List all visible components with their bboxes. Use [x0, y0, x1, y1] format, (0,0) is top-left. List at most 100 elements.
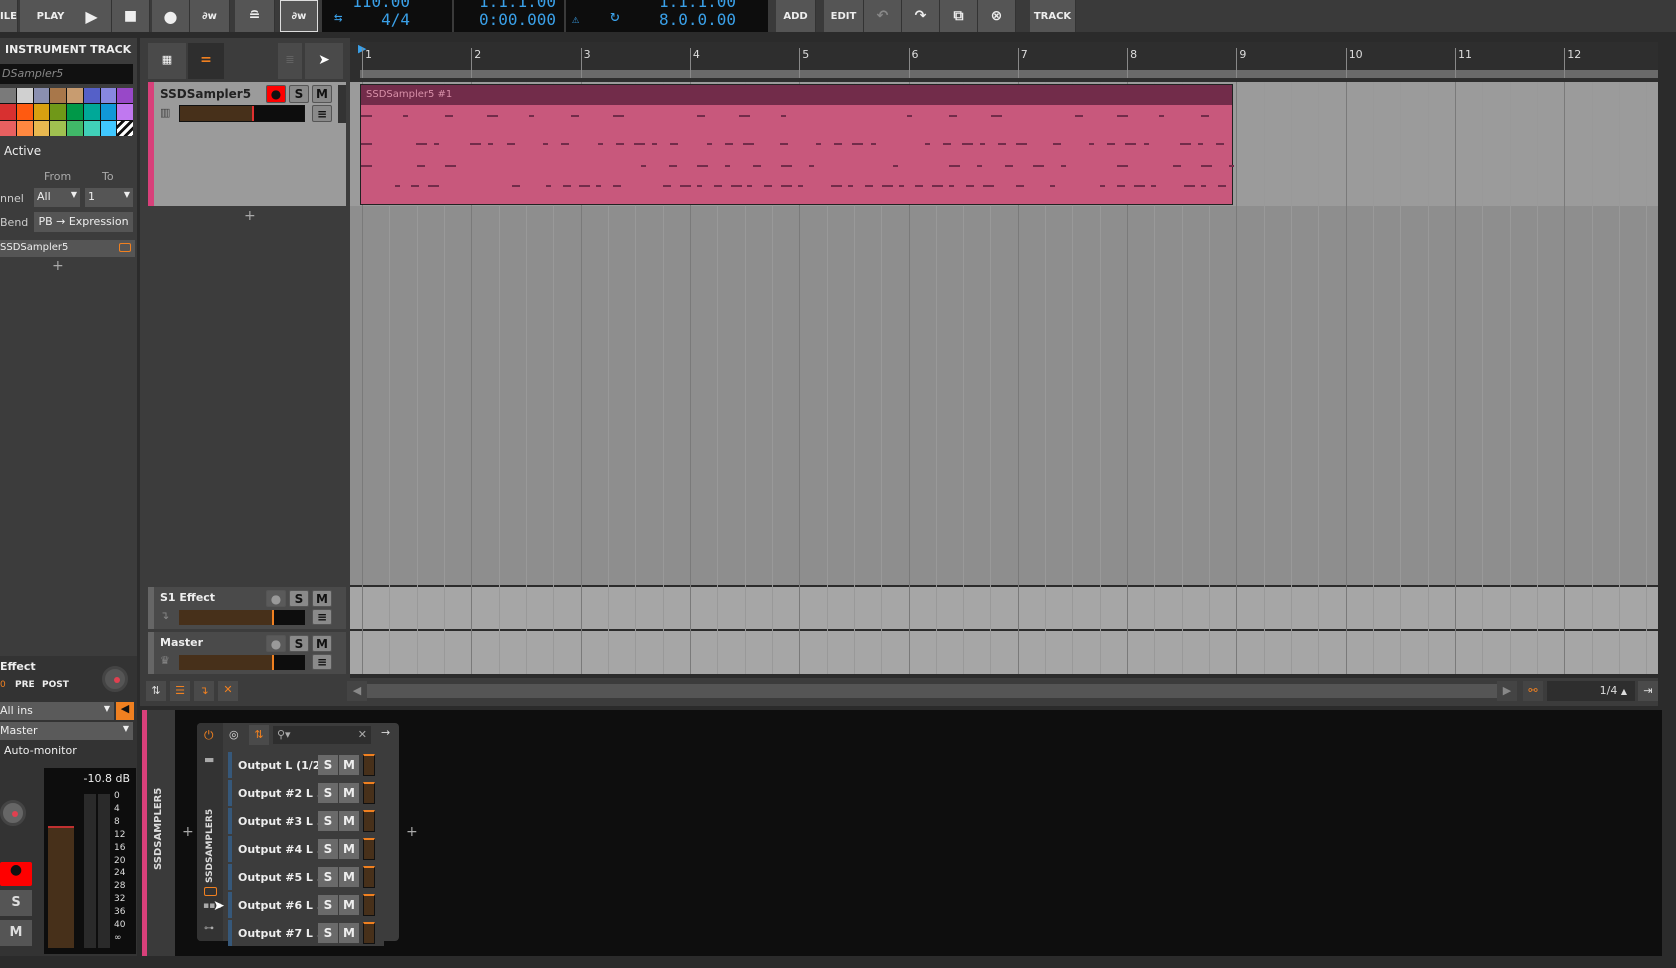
midi-note[interactable]	[1075, 115, 1083, 117]
midi-note[interactable]	[613, 185, 621, 187]
midi-note[interactable]	[1117, 165, 1128, 167]
mute-button[interactable]: M	[339, 755, 359, 775]
stop-button[interactable]: ■	[112, 0, 150, 32]
volume-slider[interactable]	[179, 655, 305, 670]
snap-link-icon[interactable]: ⚯	[1523, 681, 1543, 701]
track-name[interactable]: S1 Effect	[160, 591, 215, 604]
color-swatch[interactable]	[100, 88, 117, 104]
midi-note[interactable]	[979, 143, 985, 145]
edit-button[interactable]: EDIT	[824, 0, 864, 32]
time-signature[interactable]: 4/4	[381, 10, 410, 29]
midi-note[interactable]	[579, 185, 591, 187]
midi-note[interactable]	[529, 115, 534, 117]
midi-note[interactable]	[725, 165, 730, 167]
color-swatch[interactable]	[16, 88, 33, 104]
midi-note[interactable]	[445, 115, 453, 117]
output-channel-row[interactable]: Output #6 L ... S M	[228, 892, 384, 918]
midi-note[interactable]	[652, 143, 658, 145]
midi-note[interactable]	[415, 143, 427, 145]
record-arm-button[interactable]: ●	[266, 635, 286, 652]
track-lane-master[interactable]	[350, 631, 1658, 674]
midi-note[interactable]	[506, 143, 515, 145]
device-chain-item[interactable]: SSDSampler5	[0, 240, 135, 257]
mute-button[interactable]: M	[339, 839, 359, 859]
color-swatch[interactable]	[67, 120, 83, 136]
volume-slider[interactable]	[179, 610, 305, 625]
midi-note[interactable]	[1198, 143, 1204, 145]
modulator-icon[interactable]: ⊶	[204, 923, 214, 934]
color-swatch[interactable]	[100, 120, 117, 136]
output-channel-row[interactable]: Output #4 L ... S M	[228, 836, 384, 862]
close-x-icon[interactable]: ✕	[218, 681, 238, 701]
output-channel-row[interactable]: Output #2 L ... S M	[228, 780, 384, 806]
color-swatch[interactable]	[50, 104, 66, 120]
midi-note[interactable]	[512, 185, 521, 187]
midi-note[interactable]	[1061, 165, 1066, 167]
midi-note[interactable]	[596, 185, 602, 187]
mute-button[interactable]: M	[312, 635, 332, 652]
mute-button[interactable]: M	[339, 811, 359, 831]
midi-note[interactable]	[361, 165, 372, 167]
redo-icon[interactable]: ↷	[902, 0, 940, 32]
replace-icon[interactable]: ◎	[229, 728, 239, 741]
color-swatch[interactable]	[117, 104, 133, 120]
midi-note[interactable]	[949, 185, 954, 187]
color-swatch[interactable]	[0, 120, 16, 136]
device-window-icon[interactable]	[204, 887, 217, 896]
mute-button[interactable]: M	[312, 590, 332, 607]
midi-note[interactable]	[394, 185, 400, 187]
midi-note[interactable]	[411, 185, 420, 187]
midi-note[interactable]	[809, 165, 814, 167]
solo-button[interactable]: S	[318, 811, 338, 831]
list-view-icon[interactable]: ☰	[170, 681, 190, 701]
mute-button[interactable]: M	[339, 867, 359, 887]
pre-button[interactable]: PRE	[15, 680, 35, 690]
record-arm-button[interactable]: ●	[0, 862, 32, 886]
color-swatch[interactable]	[33, 88, 50, 104]
grid-resolution-select[interactable]: 1/4 ▲	[1547, 681, 1635, 701]
solo-button[interactable]: S	[318, 783, 338, 803]
midi-note[interactable]	[881, 185, 893, 187]
midi-note[interactable]	[403, 115, 408, 117]
midi-note[interactable]	[730, 185, 742, 187]
midi-note[interactable]	[697, 185, 702, 187]
midi-note[interactable]	[747, 185, 753, 187]
device-window-icon[interactable]	[119, 243, 131, 252]
color-swatch[interactable]	[50, 88, 66, 104]
midi-note[interactable]	[991, 115, 1002, 117]
record-arm-button[interactable]: ●	[266, 590, 286, 607]
track-header-s1-effect[interactable]: S1 Effect ● S M ↴ ≡	[148, 587, 346, 629]
follow-icon[interactable]: ↴	[194, 681, 214, 701]
tempo-timesig-display[interactable]: 110.00 ⇆ 4/4	[322, 0, 452, 32]
color-swatch[interactable]	[100, 104, 117, 120]
midi-note[interactable]	[713, 185, 722, 187]
color-swatch[interactable]	[0, 104, 16, 120]
add-track-icon[interactable]: +	[244, 208, 256, 224]
scroll-left-icon[interactable]: ◀	[347, 681, 367, 701]
midi-note[interactable]	[445, 165, 456, 167]
monitor-speaker-icon[interactable]: ◀	[116, 702, 134, 720]
midi-note[interactable]	[1201, 185, 1206, 187]
pointer-tool-icon[interactable]: ➤	[305, 43, 343, 79]
midi-note[interactable]	[641, 165, 646, 167]
midi-note[interactable]	[361, 143, 372, 145]
track-header-master[interactable]: Master ● S M ♛ ≡	[148, 632, 346, 674]
track-name[interactable]: Master	[160, 636, 203, 649]
color-swatch[interactable]	[117, 88, 133, 104]
midi-note[interactable]	[697, 165, 708, 167]
mute-button[interactable]: M	[0, 920, 32, 946]
midi-note[interactable]	[1217, 185, 1226, 187]
add-device-icon[interactable]: +	[52, 258, 64, 274]
midi-note[interactable]	[932, 185, 944, 187]
midi-note[interactable]	[488, 143, 494, 145]
timeline-ruler[interactable]: ▶ 1 2 3 4 5 6 7 8 9 10 11 12	[350, 42, 1658, 82]
add-device-after-icon[interactable]: +	[406, 824, 418, 840]
midi-note[interactable]	[965, 185, 974, 187]
record-arm-button[interactable]: ●	[266, 85, 286, 103]
midi-note[interactable]	[1180, 143, 1191, 145]
midi-note[interactable]	[725, 143, 733, 145]
mute-button[interactable]: M	[312, 85, 332, 103]
midi-note[interactable]	[1133, 185, 1145, 187]
loop-display[interactable]: ⚠ ↻ 1.1.1.00 8.0.0.00	[566, 0, 768, 32]
midi-note[interactable]	[764, 185, 773, 187]
